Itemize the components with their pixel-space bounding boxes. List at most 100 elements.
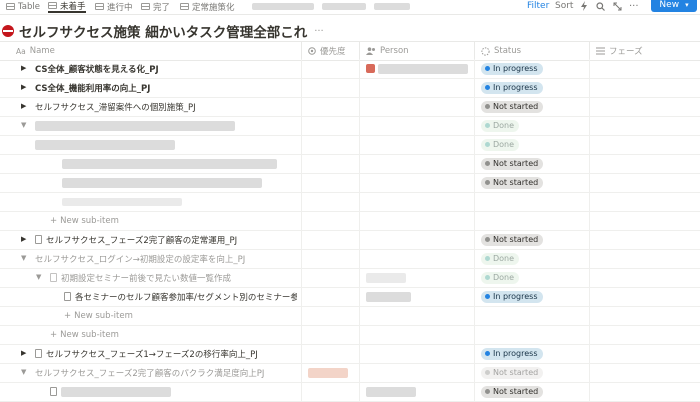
expand-arrow-icon[interactable]: ▶ [21, 64, 26, 72]
priority-cell[interactable] [301, 116, 359, 135]
filter-button[interactable]: Filter [527, 0, 549, 12]
priority-cell[interactable] [301, 268, 359, 287]
sort-button[interactable]: Sort [555, 0, 573, 12]
status-cell[interactable] [474, 192, 589, 211]
tab-routine[interactable]: 定常施策化 [180, 0, 235, 13]
table-row[interactable]: ▶ CS全体_機能利用率の向上_PJ In progress [0, 78, 700, 98]
priority-cell[interactable] [301, 382, 359, 401]
table-row[interactable]: ▼ セルフサクセス_ログイン→初期設定の設定率を向上_PJ Done [0, 249, 700, 269]
new-sub-item-row[interactable]: + New sub-item [0, 306, 700, 326]
person-cell[interactable] [359, 344, 474, 363]
priority-cell[interactable] [301, 78, 359, 97]
status-cell[interactable]: Not started [474, 230, 589, 249]
row-title[interactable]: 初期設定セミナー前後で見たい数値一覧作成 [61, 272, 231, 284]
person-cell[interactable] [359, 192, 474, 211]
phase-cell[interactable] [589, 363, 700, 382]
phase-cell[interactable] [589, 249, 700, 268]
phase-cell[interactable] [589, 97, 700, 116]
collapse-arrow-icon[interactable]: ▼ [21, 121, 26, 129]
priority-cell[interactable] [301, 192, 359, 211]
phase-cell[interactable] [589, 344, 700, 363]
person-cell[interactable] [359, 154, 474, 173]
status-cell[interactable]: Done [474, 249, 589, 268]
status-cell[interactable]: Not started [474, 382, 589, 401]
phase-cell[interactable] [589, 382, 700, 401]
expand-arrow-icon[interactable]: ▶ [21, 235, 26, 243]
priority-cell[interactable] [301, 249, 359, 268]
table-row[interactable]: Done [0, 135, 700, 155]
person-cell[interactable] [359, 249, 474, 268]
person-cell[interactable] [359, 97, 474, 116]
priority-cell[interactable] [301, 173, 359, 192]
priority-cell[interactable] [301, 97, 359, 116]
phase-cell[interactable] [589, 287, 700, 306]
person-cell[interactable] [359, 363, 474, 382]
person-cell[interactable] [359, 78, 474, 97]
status-cell[interactable]: Not started [474, 154, 589, 173]
person-cell[interactable] [359, 173, 474, 192]
person-cell[interactable] [359, 135, 474, 154]
column-phase[interactable]: フェーズ [589, 42, 700, 60]
table-row[interactable]: ▶ セルフサクセス_フェーズ1→フェーズ2の移行率向上_PJ In progre… [0, 344, 700, 364]
person-cell[interactable] [359, 382, 474, 401]
phase-cell[interactable] [589, 78, 700, 97]
column-person[interactable]: Person [359, 42, 474, 60]
column-name[interactable]: Aa Name [16, 42, 301, 60]
more-icon[interactable]: ··· [314, 26, 324, 37]
row-title[interactable]: セルフサクセス_滞留案件への個別施策_PJ [35, 101, 196, 113]
priority-cell[interactable] [301, 230, 359, 249]
table-row[interactable]: ▼ Done [0, 116, 700, 136]
table-row[interactable]: ▼ セルフサクセス_フェーズ2完了顧客のパクラク満足度向上PJ Not star… [0, 363, 700, 383]
more-icon[interactable]: ··· [629, 0, 639, 12]
row-title[interactable]: CS全体_顧客状態を見える化_PJ [35, 63, 159, 75]
new-sub-item-button[interactable]: New sub-item [74, 311, 133, 321]
collapse-arrow-icon[interactable]: ▼ [36, 273, 41, 281]
priority-cell[interactable] [301, 154, 359, 173]
priority-cell[interactable] [301, 363, 359, 382]
new-sub-item-button[interactable]: New sub-item [60, 216, 119, 226]
status-cell[interactable]: Done [474, 116, 589, 135]
tab-table[interactable]: Table [6, 0, 40, 13]
phase-cell[interactable] [589, 154, 700, 173]
new-sub-item-row[interactable]: + New sub-item [0, 211, 700, 231]
phase-cell[interactable] [589, 116, 700, 135]
table-row[interactable]: Not started [0, 382, 700, 402]
table-row[interactable]: ▶ セルフサクセス_フェーズ2完了顧客の定常運用_PJ Not started [0, 230, 700, 250]
phase-cell[interactable] [589, 173, 700, 192]
status-cell[interactable]: Done [474, 268, 589, 287]
row-title[interactable]: CS全体_機能利用率の向上_PJ [35, 82, 150, 94]
person-cell[interactable] [359, 59, 474, 78]
expand-arrow-icon[interactable]: ▶ [21, 83, 26, 91]
row-title[interactable]: 各セミナーのセルフ顧客参加率/セグメント別のセミナー参加率 [75, 291, 297, 303]
priority-cell[interactable] [301, 344, 359, 363]
person-cell[interactable] [359, 116, 474, 135]
expand-arrow-icon[interactable]: ▶ [21, 349, 26, 357]
phase-cell[interactable] [589, 268, 700, 287]
row-title[interactable]: セルフサクセス_フェーズ1→フェーズ2の移行率向上_PJ [46, 348, 258, 360]
person-cell[interactable] [359, 287, 474, 306]
row-title[interactable]: セルフサクセス_ログイン→初期設定の設定率を向上_PJ [35, 253, 245, 265]
page-title[interactable]: セルフサクセス施策 細かいタスク管理全部これ [19, 21, 307, 41]
priority-cell[interactable] [301, 135, 359, 154]
table-row[interactable]: Not started [0, 154, 700, 174]
person-cell[interactable] [359, 230, 474, 249]
table-row[interactable]: Not started [0, 173, 700, 193]
tab-done[interactable]: 完了 [141, 0, 170, 13]
expand-arrow-icon[interactable]: ▶ [21, 102, 26, 110]
phase-cell[interactable] [589, 192, 700, 211]
new-sub-item-button[interactable]: New sub-item [60, 330, 119, 340]
phase-cell[interactable] [589, 230, 700, 249]
status-cell[interactable]: In progress [474, 287, 589, 306]
phase-cell[interactable] [589, 59, 700, 78]
expand-icon[interactable] [613, 0, 622, 12]
status-cell[interactable]: Not started [474, 363, 589, 382]
bolt-icon[interactable] [580, 0, 588, 12]
table-row[interactable]: ▶ CS全体_顧客状態を見える化_PJ In progress [0, 59, 700, 79]
table-row[interactable] [0, 192, 700, 212]
status-cell[interactable]: In progress [474, 59, 589, 78]
tab-in-progress[interactable]: 進行中 [95, 0, 133, 13]
status-cell[interactable]: Not started [474, 97, 589, 116]
priority-cell[interactable] [301, 59, 359, 78]
status-cell[interactable]: In progress [474, 78, 589, 97]
collapse-arrow-icon[interactable]: ▼ [21, 254, 26, 262]
